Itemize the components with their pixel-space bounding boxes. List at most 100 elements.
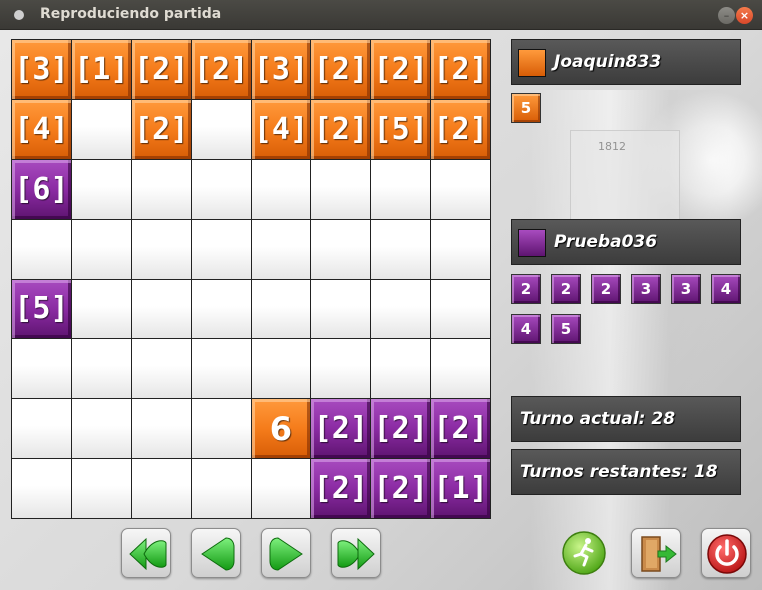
orange-piece: [3] [12, 40, 71, 99]
player-name: Prueba036 [554, 232, 658, 252]
board-cell[interactable]: [2] [431, 99, 490, 159]
board-cell[interactable] [12, 339, 71, 399]
first-move-button[interactable] [121, 528, 171, 578]
board-cell[interactable]: [2] [431, 40, 490, 99]
board-cell[interactable] [131, 399, 191, 459]
game-board: [3] [1] [2] [2] [3] [2] [2] [2] [4] [2] [4] [2] [5][… [11, 39, 491, 519]
board-cell[interactable] [191, 279, 251, 339]
board-cell[interactable] [371, 219, 431, 279]
previous-move-button[interactable] [191, 528, 241, 578]
hand-tile[interactable]: 4 [711, 274, 741, 304]
board-cell[interactable]: [2] [311, 399, 371, 459]
board-cell[interactable]: [5] [371, 99, 431, 159]
board-cell[interactable] [12, 219, 71, 279]
board-cell[interactable] [12, 459, 71, 518]
hand-tile[interactable]: 3 [671, 274, 701, 304]
board-cell[interactable]: [2] [311, 459, 371, 518]
hand-tile[interactable]: 3 [631, 274, 661, 304]
board-cell[interactable]: [6] [12, 159, 71, 219]
board-cell[interactable] [191, 159, 251, 219]
board-cell[interactable] [311, 339, 371, 399]
board-cell[interactable] [431, 279, 490, 339]
board-cell[interactable] [71, 279, 131, 339]
board-cell[interactable] [311, 279, 371, 339]
board-cell[interactable] [131, 159, 191, 219]
game-area: 1812 [3] [1] [2] [2] [3] [2] [2] [2] [4] [2] [4] [2… [0, 30, 762, 590]
board-cell[interactable] [71, 399, 131, 459]
next-move-button[interactable] [261, 528, 311, 578]
board-cell[interactable] [131, 339, 191, 399]
purple-piece: [2] [431, 399, 490, 459]
board-cell[interactable] [71, 459, 131, 518]
board-cell[interactable] [371, 279, 431, 339]
close-button[interactable]: × [736, 7, 753, 24]
hand-tile[interactable]: 2 [511, 274, 541, 304]
exit-button[interactable] [631, 528, 681, 578]
purple-piece: [2] [311, 459, 371, 518]
auto-play-button[interactable] [561, 530, 607, 576]
orange-piece: [4] [12, 99, 71, 159]
app-icon [14, 10, 24, 20]
board-cell[interactable]: [2] [371, 399, 431, 459]
quit-button[interactable] [701, 528, 751, 578]
last-move-button[interactable] [331, 528, 381, 578]
orange-piece: [4] [251, 99, 311, 159]
board-cell[interactable] [191, 99, 251, 159]
board-cell[interactable] [251, 159, 311, 219]
board-cell[interactable]: [5] [12, 279, 71, 339]
board-cell[interactable]: [2] [131, 99, 191, 159]
board-cell[interactable] [371, 339, 431, 399]
board-cell[interactable] [191, 399, 251, 459]
hand-tile[interactable]: 2 [591, 274, 621, 304]
board-cell[interactable] [71, 159, 131, 219]
board-cell[interactable] [131, 279, 191, 339]
board-cell[interactable]: [2] [311, 40, 371, 99]
board-cell[interactable] [431, 219, 490, 279]
purple-piece: [2] [311, 399, 371, 459]
board-cell[interactable] [131, 219, 191, 279]
purple-piece: [2] [371, 399, 431, 459]
board-cell[interactable] [311, 159, 371, 219]
minimize-button[interactable]: – [718, 7, 735, 24]
board-cell[interactable] [371, 159, 431, 219]
hand-tile[interactable]: 2 [551, 274, 581, 304]
current-turn-label: Turno actual: 28 [511, 396, 741, 442]
board-cell[interactable]: [2] [371, 459, 431, 518]
board-cell[interactable] [131, 459, 191, 518]
board-cell[interactable] [71, 339, 131, 399]
board-cell[interactable] [251, 279, 311, 339]
board-cell[interactable] [71, 219, 131, 279]
board-cell[interactable] [251, 459, 311, 518]
board-cell[interactable]: [4] [12, 99, 71, 159]
board-cell[interactable]: 6 [251, 399, 311, 459]
board-cell[interactable]: [2] [191, 40, 251, 99]
board-cell[interactable]: [2] [131, 40, 191, 99]
player-color-swatch [518, 49, 546, 77]
board-cell[interactable] [311, 219, 371, 279]
board-cell[interactable] [191, 339, 251, 399]
board-cell[interactable]: [3] [251, 40, 311, 99]
board-cell[interactable]: [1] [71, 40, 131, 99]
board-cell[interactable] [71, 99, 131, 159]
board-cell[interactable]: [3] [12, 40, 71, 99]
board-cell[interactable]: [2] [371, 40, 431, 99]
board-cell[interactable] [191, 459, 251, 518]
orange-piece: 6 [251, 399, 311, 459]
hand-tile[interactable]: 5 [551, 314, 581, 344]
board-cell[interactable]: [1] [431, 459, 490, 518]
hand-tile[interactable]: 5 [511, 93, 541, 123]
board-cell[interactable]: [2] [311, 99, 371, 159]
board-cell[interactable] [251, 339, 311, 399]
board-cell[interactable] [191, 219, 251, 279]
hand-tile[interactable]: 4 [511, 314, 541, 344]
orange-piece: [3] [251, 40, 311, 99]
board-cell[interactable] [431, 339, 490, 399]
monument-inscription: 1812 [598, 140, 626, 153]
board-cell[interactable]: [2] [431, 399, 490, 459]
title-bar: Reproduciendo partida – × [0, 0, 762, 30]
board-cell[interactable] [251, 219, 311, 279]
board-cell[interactable]: [4] [251, 99, 311, 159]
board-cell[interactable] [431, 159, 490, 219]
board-cell[interactable] [12, 399, 71, 459]
double-left-arrow-icon [129, 537, 167, 571]
